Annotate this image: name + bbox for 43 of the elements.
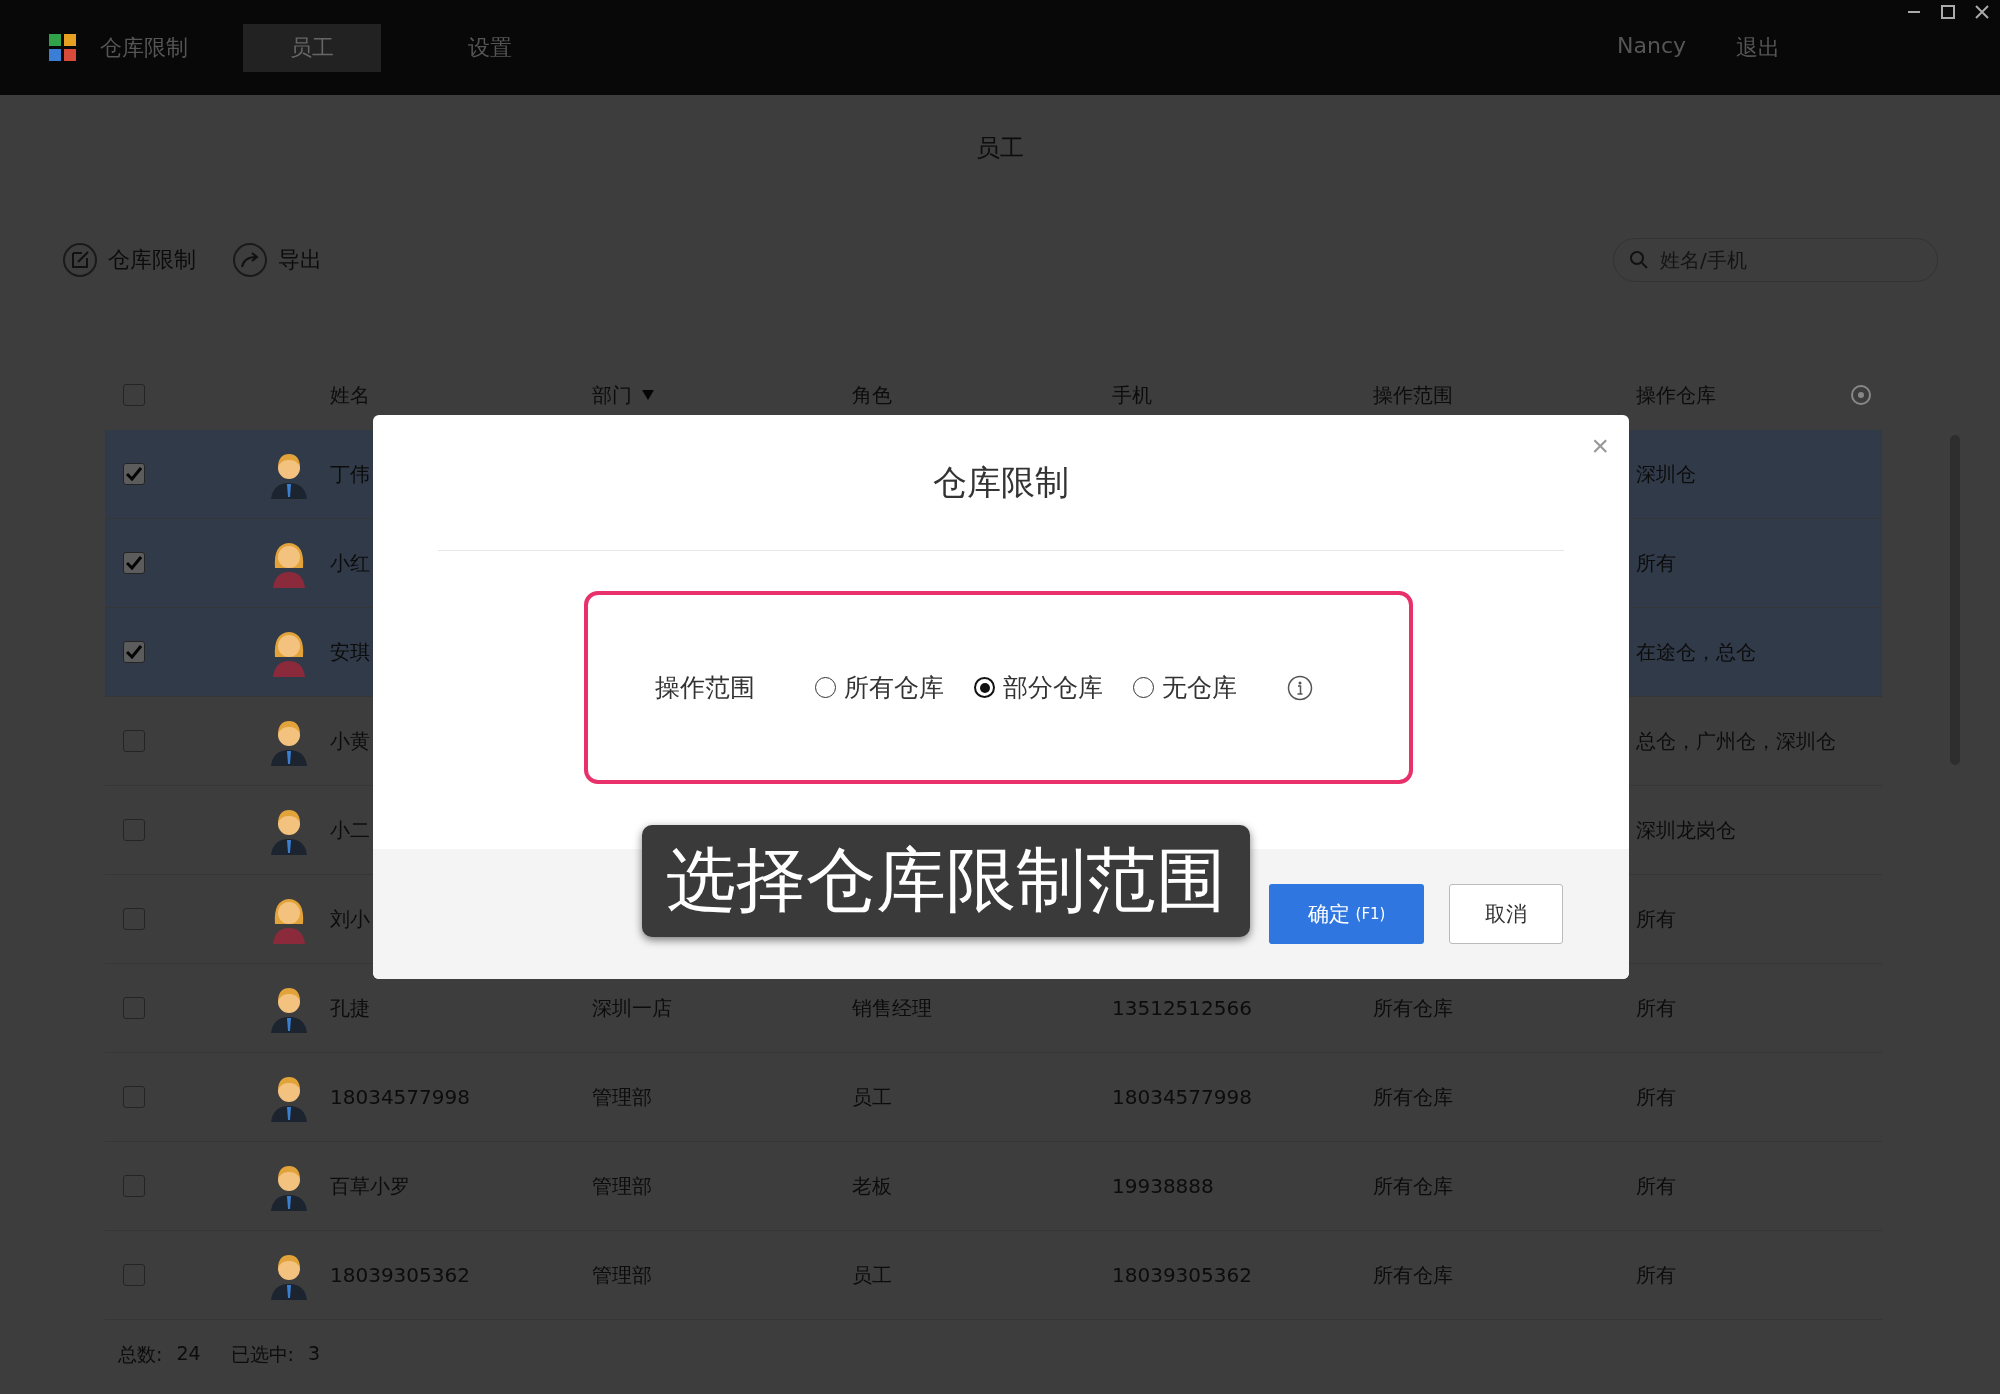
checkbox[interactable]: [123, 1264, 145, 1286]
table-cell-text: 丁伟: [330, 460, 371, 488]
table-cell-text: 在途仓，总仓: [1636, 638, 1757, 666]
share-icon: [232, 242, 268, 278]
checkbox[interactable]: [123, 552, 145, 574]
subtitle-caption: 选择仓库限制范围: [642, 825, 1250, 937]
dropdown-icon[interactable]: [642, 390, 654, 400]
radio-button[interactable]: [974, 677, 995, 698]
maximize-icon[interactable]: [1940, 4, 1956, 20]
table-cell-text: 安琪: [330, 638, 371, 666]
checkbox[interactable]: [123, 730, 145, 752]
user-name[interactable]: Nancy: [1617, 32, 1686, 63]
checkbox[interactable]: [123, 1175, 145, 1197]
close-icon[interactable]: [1974, 4, 1990, 20]
option-label[interactable]: 所有仓库: [844, 671, 944, 704]
option-label[interactable]: 部分仓库: [1003, 671, 1103, 704]
checkbox[interactable]: [123, 1086, 145, 1108]
edit-icon: [62, 242, 98, 278]
checkbox[interactable]: [123, 641, 145, 663]
confirm-button[interactable]: 确定 (F1): [1269, 884, 1424, 944]
info-icon[interactable]: [1287, 674, 1313, 701]
table-cell-text: 深圳仓: [1636, 460, 1697, 488]
close-button[interactable]: ×: [1591, 429, 1609, 463]
nav-tab[interactable]: 员工: [243, 23, 381, 72]
radio-button[interactable]: [815, 677, 836, 698]
app-name: 仓库限制: [100, 33, 188, 62]
table-cell-text: 所有: [1636, 549, 1677, 577]
cancel-button[interactable]: 取消: [1449, 884, 1563, 944]
checkbox[interactable]: [123, 384, 145, 406]
dialog-title: 仓库限制: [933, 460, 1069, 504]
checkbox[interactable]: [123, 908, 145, 930]
checkbox[interactable]: [123, 997, 145, 1019]
search-icon: [1629, 250, 1649, 270]
nav-tab[interactable]: 设置: [421, 23, 559, 72]
checkbox[interactable]: [123, 463, 145, 485]
logout-link[interactable]: 退出: [1736, 32, 1780, 63]
settings-icon[interactable]: [1850, 384, 1872, 406]
option-label[interactable]: 无仓库: [1162, 671, 1237, 704]
logo-icon: [48, 32, 78, 63]
field-label: 操作范围: [655, 672, 755, 704]
table-cell-text: 小红: [330, 549, 371, 577]
radio-button[interactable]: [1133, 677, 1154, 698]
checkbox[interactable]: [123, 819, 145, 841]
